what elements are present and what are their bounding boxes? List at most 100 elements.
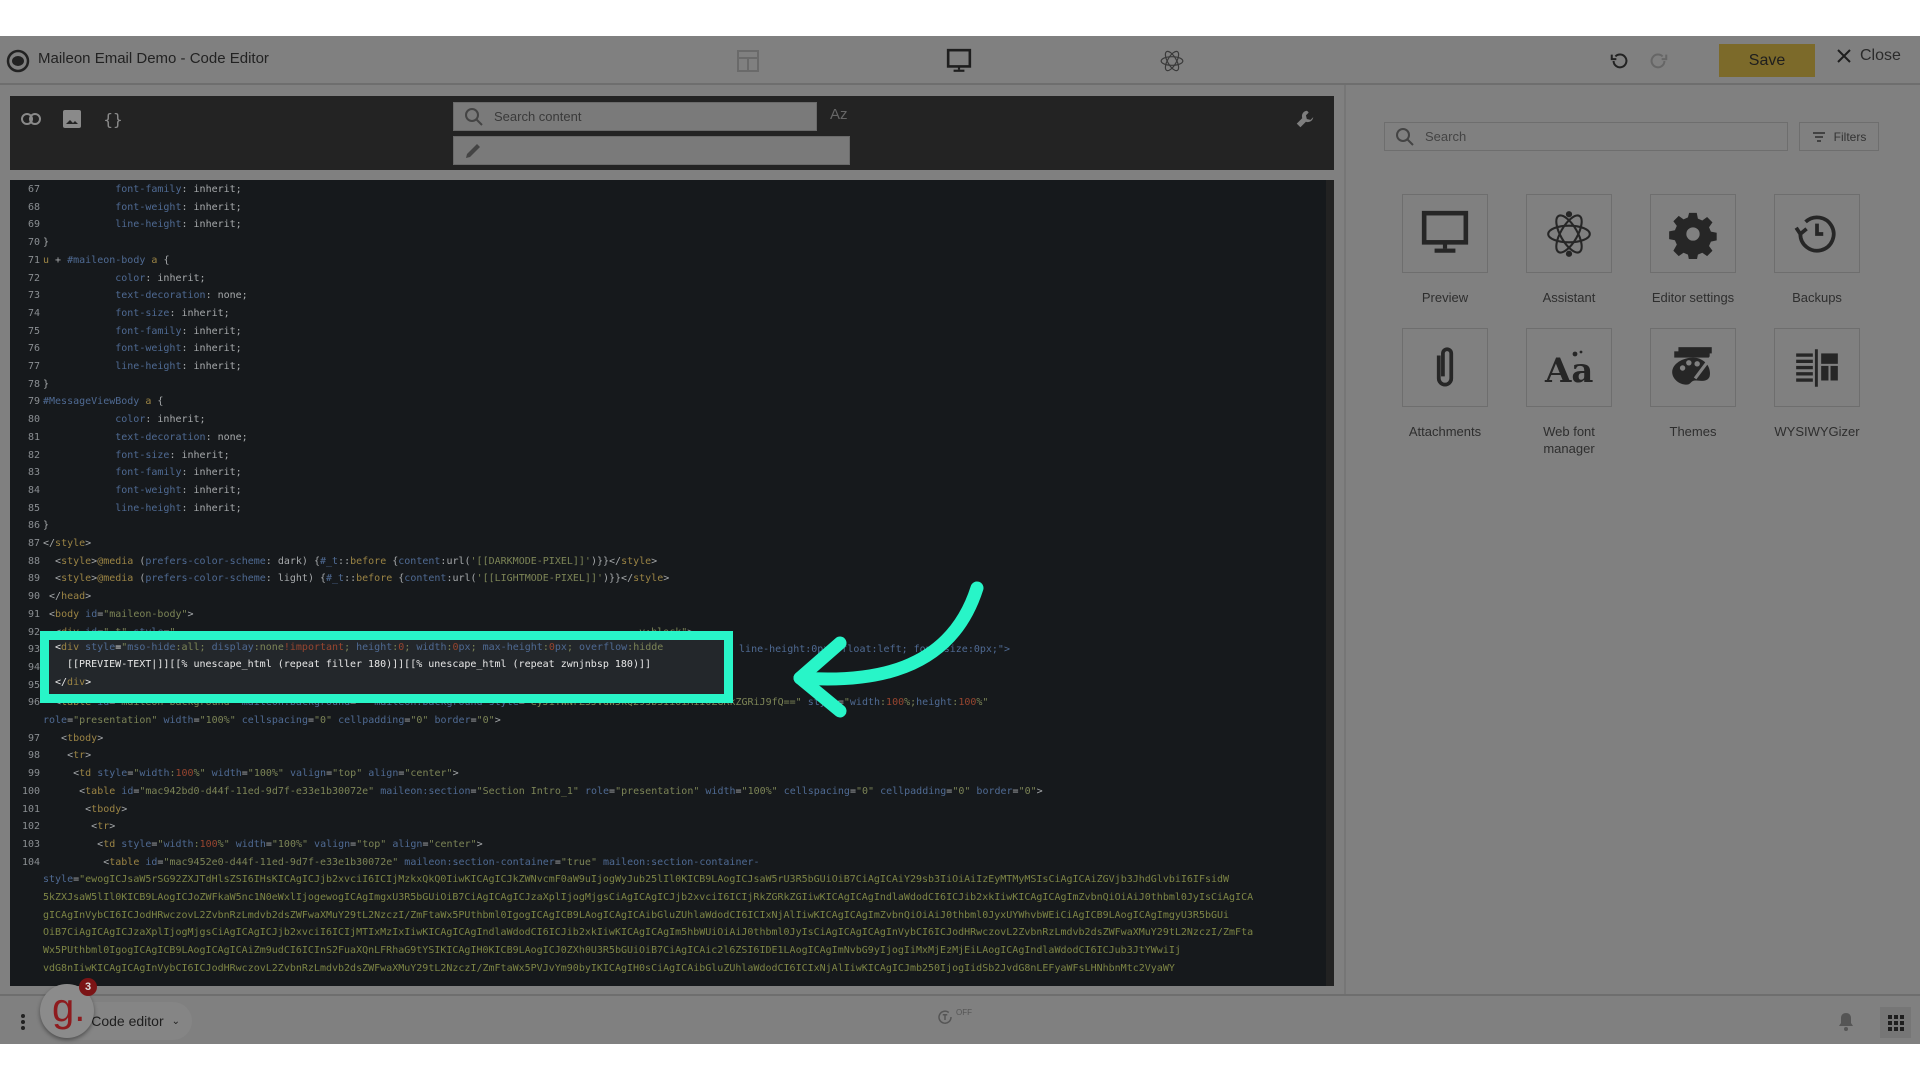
code-line: #MessageViewBody a { [43,396,164,408]
code-braces-icon[interactable]: {} [102,108,124,130]
code-panel: {} Search content Az 67 font-family: inh… [10,96,1334,986]
code-editor-app: Maileon Email Demo - Code Editor Save Cl… [0,36,1920,1044]
apps-grid-button[interactable] [1880,1007,1911,1038]
line-number: 94 [27,661,40,673]
more-vertical-icon[interactable] [20,1013,26,1031]
line-number: 87 [27,538,40,549]
atom-icon [1526,194,1612,273]
editor-toolbar: {} Search content Az [10,96,1334,170]
code-line: <table id="mac942bd0-d44f-11ed-9d7f-e33e… [43,785,1043,797]
replace-input[interactable] [453,136,850,165]
code-line: text-decoration: none; [115,431,248,443]
code-line: <style>@media (prefers-color-scheme: lig… [43,573,670,585]
filters-label: Filters [1833,129,1867,144]
code-line: vdG8nIiwKICAgICAgInVybCI6ICJodHRwczovL2Z… [43,962,1175,974]
code-line: <tbody> [43,732,104,744]
line-number: 69 [27,219,40,231]
line-number: 98 [27,750,40,762]
code-line: <table id="mac9452e0-d44f-11ed-9d7f-e33e… [43,856,760,868]
line-number: 83 [27,467,40,479]
save-button[interactable]: Save [1719,44,1815,77]
layout-grid-icon[interactable] [735,48,761,74]
code-line: Wx5PUthbml0IgogICAgICB9LAogICAgICAiZm9ud… [43,945,1181,957]
case-sensitive-toggle[interactable]: Az [830,106,848,123]
code-line: font-family: inherit; [115,184,242,195]
line-number: 100 [21,785,40,797]
line-number: 80 [27,414,40,426]
close-button[interactable]: Close [1836,47,1901,65]
line-number: 88 [27,555,40,567]
search-icon [1396,128,1414,146]
tool-tile-backups[interactable]: Backups [1752,194,1882,306]
guide-avatar[interactable]: g. 3 [40,978,97,1038]
autosave-toggle[interactable]: OFF [936,1008,972,1026]
line-number: 85 [27,502,40,514]
line-number: 74 [27,307,40,319]
maileon-logo-icon [6,49,30,73]
code-line: <tr> [43,821,116,833]
line-number: 97 [27,732,40,744]
layout-convert-icon [1774,328,1860,407]
code-line: <td style="width:100%" width="100%" vali… [43,768,459,780]
line-number: 91 [27,608,40,620]
tool-tile-assistant[interactable]: Assistant [1504,194,1634,306]
code-line: role="presentation" width="100%" cellspa… [43,715,501,726]
code-line: gICAgInVybCI6ICJodHRwczovL2ZvbnRzLmdvb2d… [43,909,1230,921]
line-number: 67 [27,184,40,195]
search-content-input[interactable]: Search content [453,102,817,131]
atom-icon[interactable] [1159,48,1185,74]
link-icon[interactable] [20,108,42,130]
tool-tile-web-font-manager[interactable]: Aa Web font manager [1504,328,1634,457]
close-icon [1837,49,1851,63]
autosave-timer-icon [938,1010,952,1024]
header-bar: Maileon Email Demo - Code Editor Save Cl… [0,36,1920,85]
line-number: 84 [27,484,40,496]
code-line: style="ewogICJsaW5rSG92ZXJTdHlsZSI6IHsKI… [43,874,1230,886]
image-icon[interactable] [61,108,83,130]
pencil-icon [466,144,480,158]
tool-tile-attachments[interactable]: Attachments [1380,328,1510,440]
tool-tile-wysiwygizer[interactable]: WYSIWYGizer [1752,328,1882,440]
highlight-annotation-box: <div style="mso-hide:all; display:none!i… [40,630,733,703]
code-line: <tbody> [43,803,128,815]
notification-bell-icon[interactable] [1837,1012,1855,1032]
line-number: 82 [27,449,40,461]
line-number: 102 [21,821,40,833]
autosave-state: OFF [956,1008,972,1017]
line-number: 70 [27,237,40,249]
line-number: 77 [27,361,40,372]
tool-tile-themes[interactable]: Themes [1628,328,1758,440]
desktop-monitor-icon [1402,194,1488,273]
tool-tile-preview[interactable]: Preview [1380,194,1510,306]
line-number: 78 [27,378,40,390]
chevron-down-icon: ⌄ [171,1015,181,1027]
highlighted-code-line: <div style="mso-hide:all; display:none!i… [55,641,664,653]
svg-text:Aa: Aa [1544,351,1593,391]
code-line: color: inherit; [115,272,206,284]
tools-search-input[interactable]: Search [1384,122,1788,151]
line-number: 101 [21,803,40,815]
tool-tile-label: Editor settings [1651,290,1735,305]
undo-icon[interactable] [1607,48,1633,74]
code-line-overflow: ; line-height:0px; float:left; font-size… [727,644,1010,656]
tool-tile-label: Web font manager [1543,424,1595,456]
code-line: } [43,520,50,532]
code-line: color: inherit; [115,414,206,426]
bottom-bar: <> Code editor ⌄ OFF [0,994,1920,1044]
line-number: 99 [27,768,40,780]
filters-button[interactable]: Filters [1799,122,1879,151]
code-editor-area[interactable]: 67 font-family: inherit; 68 font-weight: … [10,180,1334,986]
line-number: 104 [21,856,40,868]
line-number: 71 [27,254,40,266]
redo-icon[interactable] [1645,48,1671,74]
tool-tile-editor-settings[interactable]: Editor settings [1628,194,1758,306]
palette-icon [1650,328,1736,407]
tools-search-placeholder: Search [1425,129,1467,144]
desktop-monitor-icon[interactable] [946,48,972,74]
editor-scrollbar[interactable] [1326,180,1334,986]
line-number: 89 [27,573,40,585]
line-number: 86 [27,520,40,532]
tool-tile-label: Preview [1421,290,1469,305]
wrench-icon[interactable] [1294,108,1316,130]
code-line: font-family: inherit; [115,325,242,337]
